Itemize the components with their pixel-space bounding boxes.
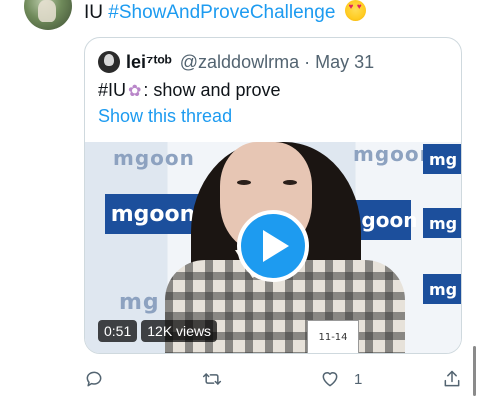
tweet-text: IU #ShowAndProveChallenge	[84, 0, 366, 26]
author-avatar[interactable]	[24, 0, 72, 30]
heart-icon	[322, 372, 338, 387]
retweet-button[interactable]	[202, 366, 222, 392]
separator-dot: ·	[304, 51, 311, 72]
play-button[interactable]	[237, 210, 309, 282]
backdrop-logo-text: mg	[119, 290, 160, 315]
like-button[interactable]: 1	[320, 366, 362, 392]
quoted-tweet-text: #IU ✿: show and prove	[98, 78, 281, 104]
video-views-badge: 12K views	[141, 320, 218, 342]
show-thread-link[interactable]: Show this thread	[98, 104, 232, 128]
video-duration-badge: 0:51	[98, 320, 138, 342]
heart-eyes-emoji-icon	[344, 0, 366, 21]
like-count: 1	[354, 370, 363, 388]
quoted-author-name: lei⁷ᵗᵒᵇ	[126, 51, 172, 72]
reply-icon	[86, 371, 102, 387]
reply-button[interactable]	[84, 366, 104, 392]
scrollbar[interactable]	[473, 346, 476, 396]
quoted-author-handle: @zalddowlrma	[179, 51, 300, 72]
backdrop-logo-box: mg	[423, 208, 461, 238]
share-icon	[444, 370, 460, 387]
person-nametag: 11-14	[307, 320, 359, 353]
share-button[interactable]	[442, 366, 462, 392]
tweet-author-mention: IU	[84, 2, 103, 23]
backdrop-logo-box: mgoon	[105, 194, 201, 234]
backdrop-logo-box: mg	[423, 144, 461, 174]
play-icon	[263, 230, 289, 262]
quoted-author-avatar	[98, 51, 120, 73]
video-badges: 0:51 12K views	[98, 320, 218, 342]
backdrop-logo-text: mgoon	[113, 146, 195, 170]
video-player[interactable]: mgoon mgoon mgoon mgoon mg mg mg mg 11-1…	[85, 142, 461, 353]
flower-emoji-icon: ✿	[128, 83, 142, 100]
backdrop-logo-box: mg	[423, 274, 461, 304]
quoted-hashtag: #IU	[98, 80, 127, 100]
quoted-tweet-header: lei⁷ᵗᵒᵇ @zalddowlrma · May 31	[98, 50, 374, 74]
tweet-action-bar: 1	[84, 366, 464, 392]
retweet-icon	[202, 373, 222, 385]
quoted-tweet-date: May 31	[315, 51, 375, 72]
person-eyes	[237, 180, 297, 186]
quoted-tweet-card[interactable]: lei⁷ᵗᵒᵇ @zalddowlrma · May 31 #IU ✿: show…	[84, 37, 462, 354]
hashtag-link[interactable]: #ShowAndProveChallenge	[108, 2, 335, 23]
quoted-text-body: : show and prove	[143, 80, 281, 100]
